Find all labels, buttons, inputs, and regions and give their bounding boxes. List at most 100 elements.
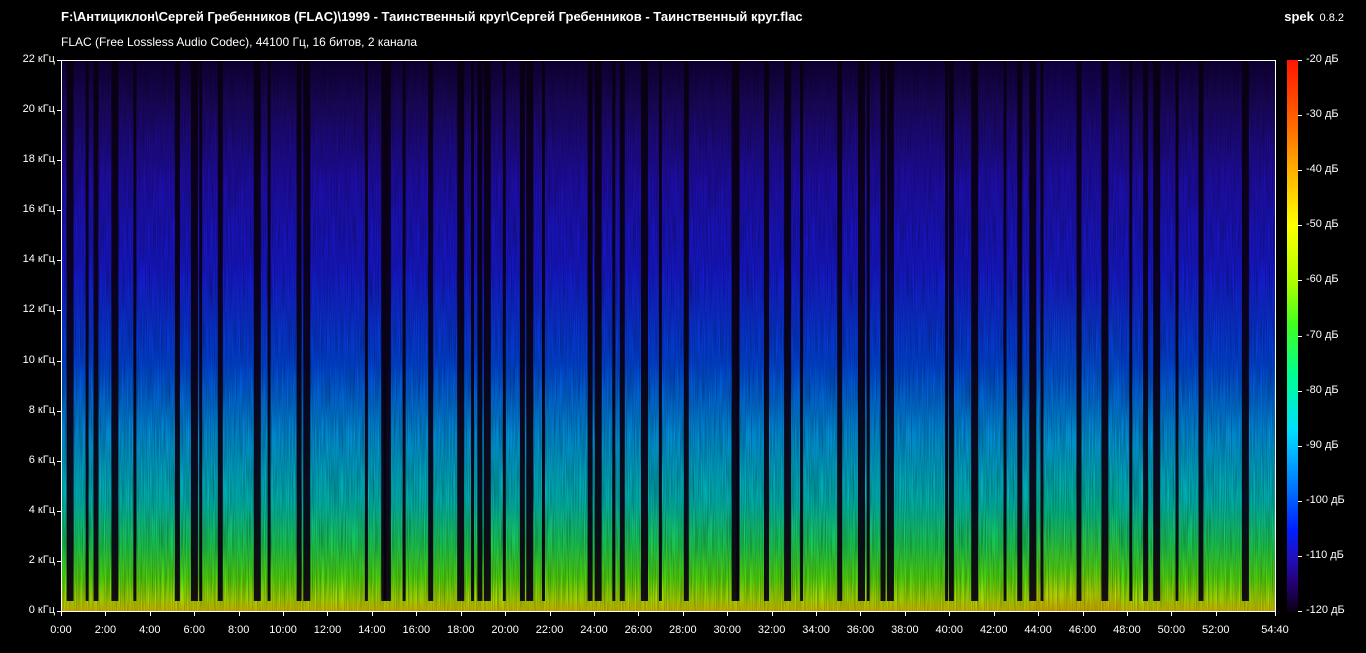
y-tick-label: 10 кГц [22, 353, 55, 366]
db-tick-label: -40 дБ [1306, 163, 1339, 176]
db-tick-mark [1298, 445, 1302, 447]
db-tick-mark [1298, 390, 1302, 392]
track-gap [587, 61, 593, 601]
x-tick-mark [1275, 612, 1276, 616]
x-tick-mark [1038, 612, 1040, 616]
track-gap [1076, 61, 1082, 601]
y-tick-label: 12 кГц [22, 303, 55, 316]
x-tick-label: 36:00 [846, 624, 875, 636]
track-gap [683, 61, 689, 601]
audio-format-info: FLAC (Free Lossless Audio Codec), 44100 … [61, 35, 417, 49]
x-tick-label: 32:00 [757, 624, 786, 636]
x-tick-label: 34:00 [802, 624, 830, 636]
x-tick-label: 18:00 [446, 624, 475, 636]
x-tick-label: 24:00 [580, 624, 608, 636]
track-gap [190, 61, 198, 601]
track-gap [1175, 61, 1179, 601]
x-tick-label: 38:00 [891, 624, 919, 636]
x-tick-mark [1126, 612, 1128, 616]
track-gap [658, 61, 662, 601]
spectrogram-plot[interactable] [61, 60, 1276, 612]
track-gap [428, 61, 434, 601]
x-tick-mark [283, 612, 285, 616]
track-gap [253, 61, 261, 601]
y-tick-label: 16 кГц [22, 203, 55, 216]
y-tick-label: 20 кГц [22, 103, 55, 116]
x-tick-mark [149, 612, 151, 616]
track-gap [886, 61, 894, 601]
x-tick-mark [505, 612, 507, 616]
x-tick-mark [638, 612, 640, 616]
track-gap [1241, 61, 1249, 601]
x-tick-mark [105, 612, 107, 616]
track-gap [612, 61, 616, 601]
track-gap [1198, 61, 1204, 601]
x-tick-label: 46:00 [1068, 624, 1097, 636]
track-gap [764, 61, 769, 601]
track-gap [483, 61, 491, 601]
track-gap [641, 61, 648, 601]
x-tick-label: 28:00 [669, 624, 697, 636]
x-tick-label: 0:00 [50, 624, 72, 636]
x-tick-label: 6:00 [183, 624, 205, 636]
track-gap [199, 61, 203, 601]
x-tick-label: 52:00 [1202, 624, 1230, 636]
track-gap [133, 61, 137, 601]
track-gap [784, 61, 792, 601]
db-tick-label: -110 дБ [1306, 548, 1344, 561]
x-tick-mark [416, 612, 418, 616]
track-gap [296, 61, 302, 601]
db-tick-mark [1298, 335, 1302, 337]
x-tick-mark [816, 612, 818, 616]
track-gap [948, 61, 954, 601]
db-tick-label: -90 дБ [1306, 438, 1339, 451]
db-tick-label: -50 дБ [1306, 218, 1339, 231]
x-tick-label: 48:00 [1113, 624, 1141, 636]
track-gap [800, 61, 804, 601]
track-gap [1143, 61, 1149, 601]
file-path-title: F:\Антициклон\Сергей Гребенников (FLAC)\… [61, 9, 803, 24]
y-tick-label: 6 кГц [28, 453, 55, 466]
x-tick-label: 54:40 [1261, 624, 1289, 636]
x-tick-label: 50:00 [1157, 624, 1186, 636]
track-gap [1017, 61, 1023, 601]
track-gap [526, 61, 534, 601]
x-tick-mark [771, 612, 773, 616]
track-gap [1101, 61, 1109, 601]
track-gap [1153, 61, 1161, 601]
spectrogram-image [62, 61, 1275, 611]
y-tick-label: 2 кГц [28, 553, 55, 566]
db-tick-mark [1298, 170, 1302, 172]
track-gap [837, 61, 843, 601]
app-name: spek [1284, 9, 1314, 24]
track-gap [971, 61, 979, 601]
x-tick-label: 22:00 [535, 624, 564, 636]
x-tick-mark [904, 612, 906, 616]
x-tick-label: 4:00 [139, 624, 161, 636]
db-tick-mark [1298, 115, 1302, 117]
x-tick-mark [460, 612, 462, 616]
db-tick-label: -80 дБ [1306, 383, 1339, 396]
track-gap [402, 61, 406, 601]
x-tick-mark [1215, 612, 1217, 616]
y-tick-label: 0 кГц [28, 604, 55, 616]
track-gap [383, 61, 391, 601]
x-tick-mark [682, 612, 684, 616]
x-tick-label: 12:00 [313, 624, 342, 636]
x-tick-mark [61, 612, 62, 616]
track-gap [457, 61, 465, 601]
track-gap [542, 61, 545, 601]
x-tick-mark [1171, 612, 1173, 616]
track-gap [111, 61, 119, 601]
track-gap [866, 61, 870, 601]
track-gap [85, 61, 89, 601]
track-gap [66, 61, 74, 601]
db-tick-mark [1298, 611, 1302, 612]
x-tick-mark [727, 612, 729, 616]
x-tick-mark [860, 612, 862, 616]
track-gap [1003, 61, 1007, 601]
db-tick-mark [1298, 225, 1302, 227]
x-tick-label: 20:00 [491, 624, 519, 636]
x-tick-mark [194, 612, 196, 616]
x-tick-label: 16:00 [402, 624, 431, 636]
